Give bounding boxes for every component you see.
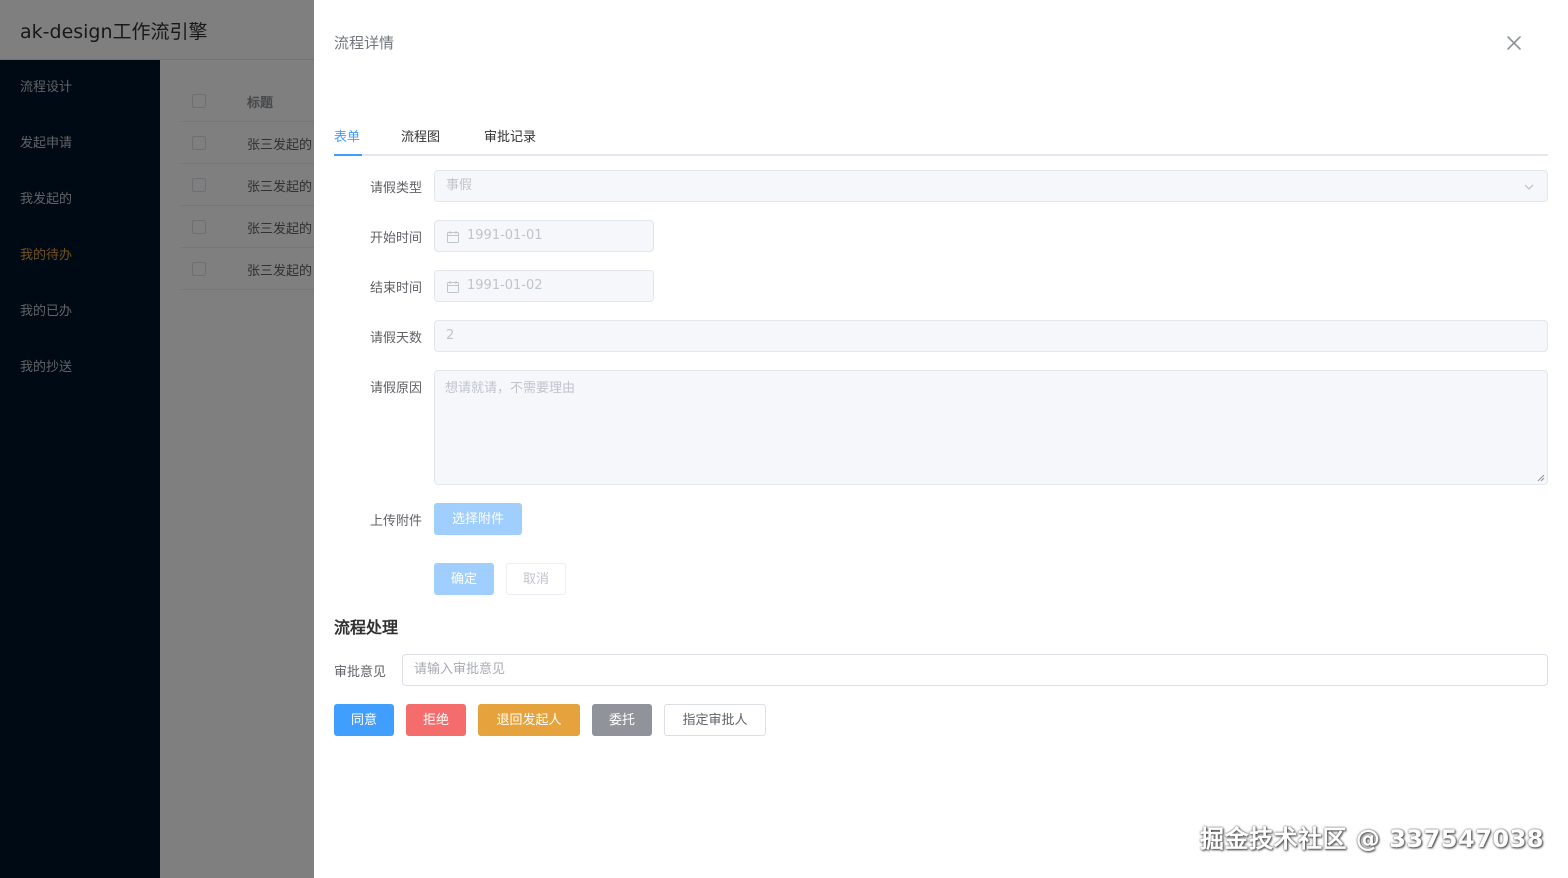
close-icon (1507, 36, 1521, 50)
calendar-icon (447, 231, 459, 243)
tab-approval-record[interactable]: 审批记录 (484, 126, 536, 145)
detail-tabs: 表单 流程图 审批记录 (334, 118, 1548, 156)
confirm-button[interactable]: 确定 (434, 563, 494, 595)
tab-form[interactable]: 表单 (334, 126, 360, 145)
end-time-label: 结束时间 (369, 281, 422, 296)
close-button[interactable] (1502, 31, 1526, 55)
process-detail-drawer: 流程详情 表单 流程图 审批记录 请假类型 事假 开始时间 1991-01-01… (314, 0, 1568, 878)
opinion-input[interactable]: 请输入审批意见 (402, 654, 1548, 686)
leave-reason-textarea[interactable]: 想请就请，不需要理由 (434, 370, 1548, 485)
active-tab-indicator (334, 154, 362, 156)
delegate-button[interactable]: 委托 (592, 704, 652, 736)
tab-flow-chart[interactable]: 流程图 (401, 126, 440, 145)
end-date-picker[interactable]: 1991-01-02 (434, 270, 654, 302)
chevron-down-icon (1524, 184, 1534, 190)
select-attachment-button[interactable]: 选择附件 (434, 503, 522, 535)
calendar-icon (447, 281, 459, 293)
assign-approver-button[interactable]: 指定审批人 (664, 704, 766, 736)
end-date-value: 1991-01-02 (467, 278, 543, 293)
reject-button[interactable]: 拒绝 (406, 704, 466, 736)
leave-type-label: 请假类型 (369, 181, 422, 196)
start-date-value: 1991-01-01 (467, 228, 543, 243)
leave-days-label: 请假天数 (369, 331, 422, 346)
leave-type-select[interactable]: 事假 (434, 170, 1548, 202)
opinion-label: 审批意见 (334, 665, 387, 680)
leave-reason-value: 想请就请，不需要理由 (445, 381, 576, 396)
start-date-picker[interactable]: 1991-01-01 (434, 220, 654, 252)
start-time-label: 开始时间 (369, 231, 422, 246)
resize-grip-icon[interactable] (1537, 474, 1545, 482)
upload-label: 上传附件 (369, 514, 422, 529)
cancel-button[interactable]: 取消 (506, 563, 566, 595)
watermark: 掘金技术社区 @ 337547038 (1199, 825, 1544, 853)
agree-button[interactable]: 同意 (334, 704, 394, 736)
leave-reason-label: 请假原因 (369, 381, 422, 396)
process-section-title: 流程处理 (334, 618, 399, 637)
leave-days-input[interactable]: 2 (434, 320, 1548, 352)
leave-days-value: 2 (446, 328, 455, 343)
drawer-title: 流程详情 (334, 34, 395, 52)
leave-type-value: 事假 (446, 178, 473, 193)
return-to-initiator-button[interactable]: 退回发起人 (478, 704, 580, 736)
